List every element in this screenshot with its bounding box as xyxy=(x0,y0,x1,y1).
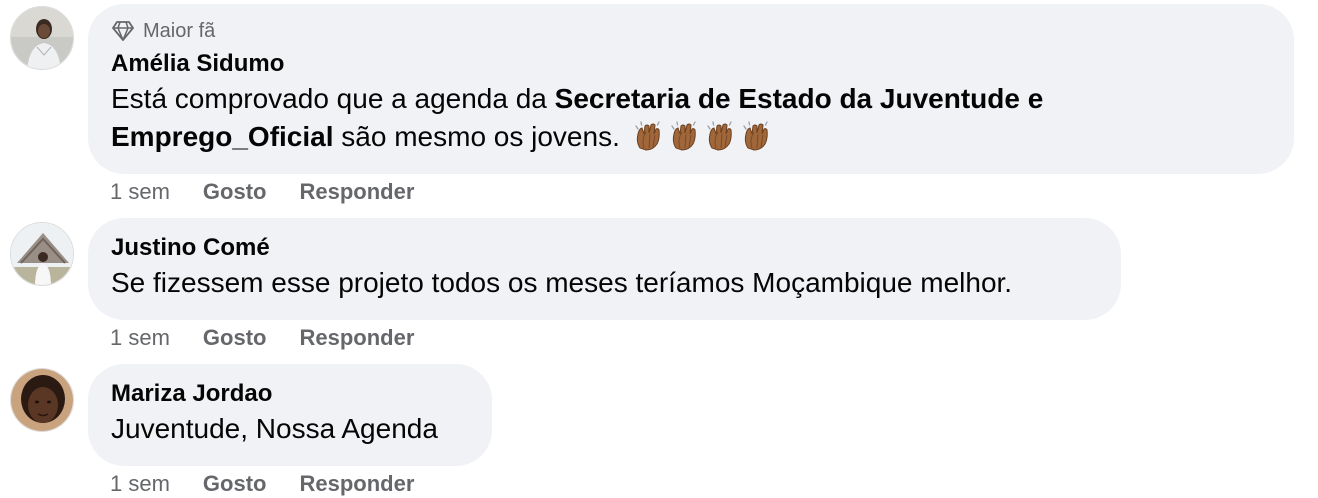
comment-text: Juventude, Nossa Agenda xyxy=(111,413,438,444)
comment-text-before: Está comprovado que a agenda da xyxy=(111,83,555,114)
comment-actions: 1 sem Gosto Responder xyxy=(110,323,414,353)
comment-time[interactable]: 1 sem xyxy=(110,179,170,205)
comment-actions: 1 sem Gosto Responder xyxy=(110,177,414,207)
like-button[interactable]: Gosto xyxy=(203,325,267,351)
comment-bubble: Justino Comé Se fizessem esse projeto to… xyxy=(88,218,1121,320)
reply-button[interactable]: Responder xyxy=(299,325,414,351)
comment-bubble: Mariza Jordao Juventude, Nossa Agenda xyxy=(88,364,492,466)
clapping-hands-icon xyxy=(706,121,732,151)
diamond-icon xyxy=(112,21,134,41)
reply-button[interactable]: Responder xyxy=(299,471,414,497)
clapping-hands-icon xyxy=(742,121,768,151)
comment-text: Está comprovado que a agenda da Secretar… xyxy=(111,80,1270,156)
like-button[interactable]: Gosto xyxy=(203,471,267,497)
comment-author[interactable]: Justino Comé xyxy=(111,232,1097,264)
badge-label: Maior fã xyxy=(143,19,216,42)
comment-text-after: são mesmo os jovens. xyxy=(333,121,620,152)
comment-author[interactable]: Amélia Sidumo xyxy=(111,48,1270,80)
clapping-hands-icon xyxy=(634,121,660,151)
like-button[interactable]: Gosto xyxy=(203,179,267,205)
clap-emojis xyxy=(628,121,772,152)
comment-text: Se fizessem esse projeto todos os meses … xyxy=(111,267,1013,298)
avatar[interactable] xyxy=(10,6,74,70)
top-fan-badge: Maior fã xyxy=(111,18,1270,44)
avatar-image xyxy=(11,7,73,69)
comment-time[interactable]: 1 sem xyxy=(110,471,170,497)
reply-button[interactable]: Responder xyxy=(299,179,414,205)
comment-time[interactable]: 1 sem xyxy=(110,325,170,351)
avatar-image xyxy=(11,223,73,285)
comment-bubble: Maior fã Amélia Sidumo Está comprovado q… xyxy=(88,4,1294,174)
avatar[interactable] xyxy=(10,222,74,286)
comment-author[interactable]: Mariza Jordao xyxy=(111,378,468,410)
avatar-image xyxy=(11,369,73,431)
clapping-hands-icon xyxy=(670,121,696,151)
avatar[interactable] xyxy=(10,368,74,432)
comment-actions: 1 sem Gosto Responder xyxy=(110,469,414,498)
